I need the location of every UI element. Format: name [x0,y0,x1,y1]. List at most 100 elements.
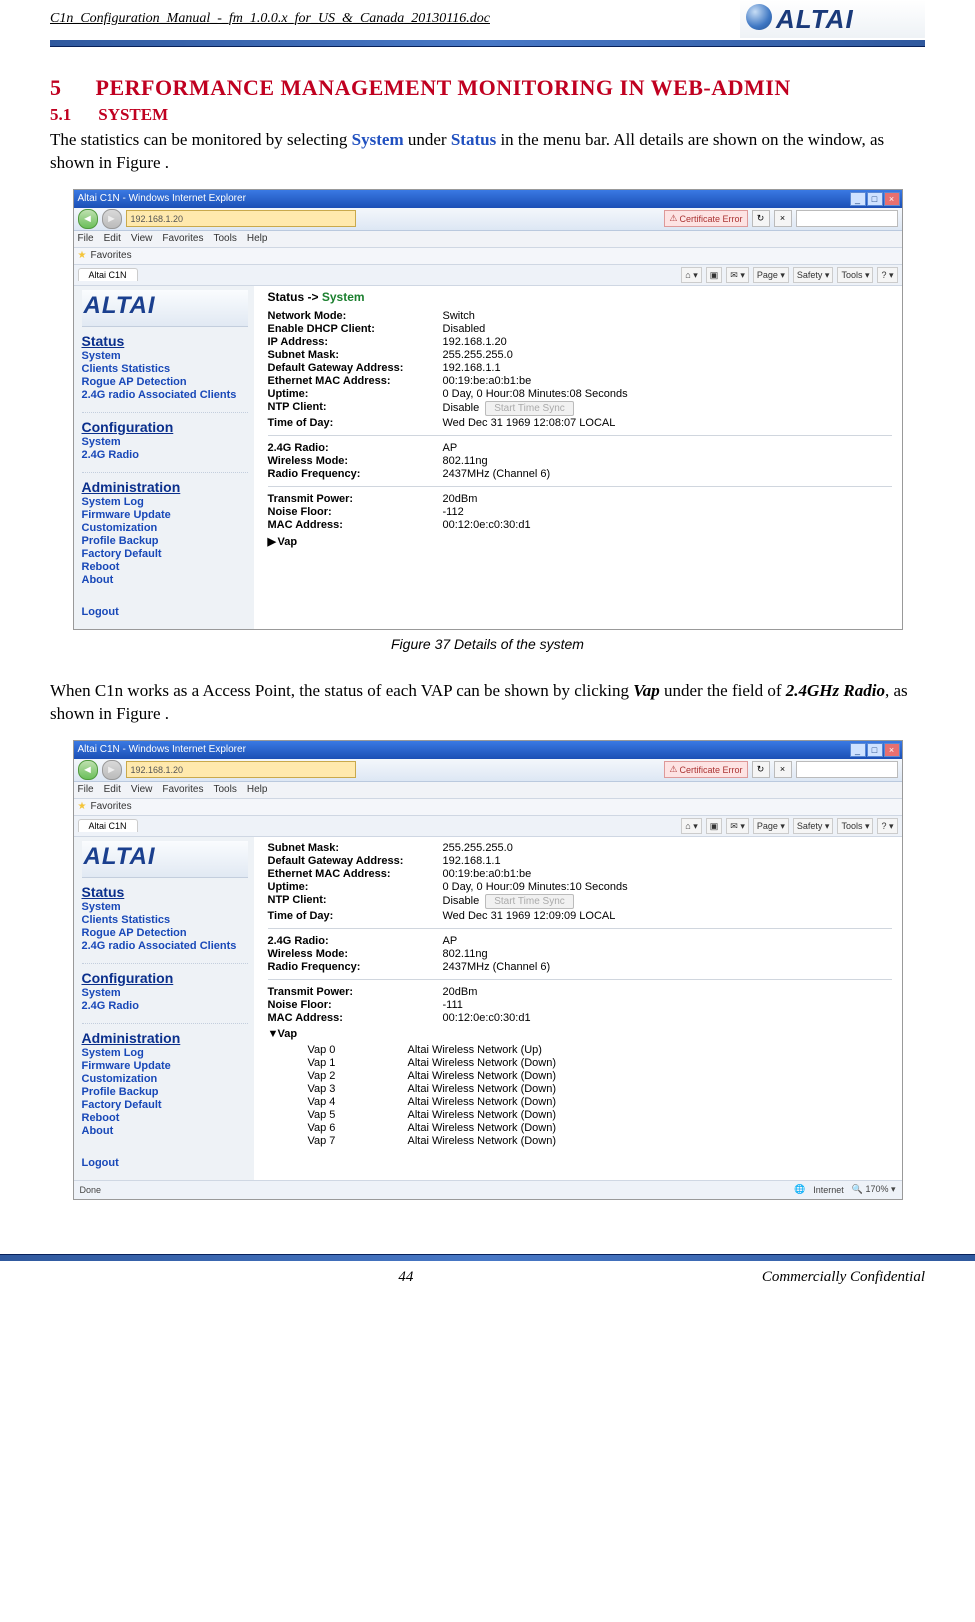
page-menu[interactable]: Page ▾ [753,267,789,283]
tools-menu[interactable]: Tools ▾ [837,267,873,283]
sidebar-item-config-radio[interactable]: 2.4G Radio [82,449,248,461]
back-button[interactable]: ◄ [78,209,98,229]
maximize-icon[interactable]: □ [867,743,883,757]
menu-tools[interactable]: Tools [213,784,236,795]
sidebar-item-rogue-ap[interactable]: Rogue AP Detection [82,927,248,939]
section-heading: 5 PERFORMANCE MANAGEMENT MONITORING IN W… [50,75,925,101]
sidebar-item-customization[interactable]: Customization [82,1073,248,1085]
help-icon[interactable]: ? ▾ [877,267,897,283]
sidebar-item-system[interactable]: System [82,350,248,362]
sidebar-item-about[interactable]: About [82,1125,248,1137]
sidebar-item-firmware[interactable]: Firmware Update [82,1060,248,1072]
vap-toggle[interactable]: ▶Vap [268,535,892,548]
refresh-button[interactable]: ↻ [752,761,770,778]
start-time-sync-button[interactable]: Start Time Sync [485,401,574,416]
sidebar-item-clients-stats[interactable]: Clients Statistics [82,363,248,375]
sidebar-item-rogue-ap[interactable]: Rogue AP Detection [82,376,248,388]
page-menu[interactable]: Page ▾ [753,818,789,834]
sidebar-item-logout[interactable]: Logout [82,1157,248,1169]
ie-nav-bar: ◄ ► 192.168.1.20 Certificate Error ↻ × [74,208,902,231]
window-controls[interactable]: _□× [849,192,900,206]
para-1: The statistics can be monitored by selec… [50,129,925,175]
close-icon[interactable]: × [884,743,900,757]
sidebar-item-clients-stats[interactable]: Clients Statistics [82,914,248,926]
stop-button[interactable]: × [774,210,792,227]
tod-value: Wed Dec 31 1969 12:09:09 LOCAL [443,910,616,922]
menu-help[interactable]: Help [247,233,268,244]
sidebar-item-config-radio[interactable]: 2.4G Radio [82,1000,248,1012]
minimize-icon[interactable]: _ [850,192,866,206]
vap-id: Vap 5 [308,1109,408,1121]
favorites-label[interactable]: Favorites [90,801,131,812]
forward-button[interactable]: ► [102,209,122,229]
address-bar[interactable]: 192.168.1.20 [126,761,356,778]
back-button[interactable]: ◄ [78,760,98,780]
safety-menu[interactable]: Safety ▾ [793,267,834,283]
certificate-error[interactable]: Certificate Error [664,761,747,778]
sidebar-item-system[interactable]: System [82,901,248,913]
start-time-sync-button[interactable]: Start Time Sync [485,894,574,909]
tools-menu[interactable]: Tools ▾ [837,818,873,834]
menu-help[interactable]: Help [247,784,268,795]
feeds-icon[interactable]: ▣ [706,267,723,283]
menu-favorites[interactable]: Favorites [162,233,203,244]
zoom-level[interactable]: 🔍 170% ▾ [852,1184,896,1195]
sidebar-item-assoc-clients[interactable]: 2.4G radio Associated Clients [82,389,248,401]
sidebar-item-reboot[interactable]: Reboot [82,561,248,573]
search-box[interactable] [796,210,898,227]
kv-value: 20dBm [443,493,478,505]
kv-value: 255.255.255.0 [443,842,513,854]
sidebar-item-logout[interactable]: Logout [82,606,248,618]
stop-button[interactable]: × [774,761,792,778]
sidebar-item-profile-backup[interactable]: Profile Backup [82,535,248,547]
menu-edit[interactable]: Edit [104,784,121,795]
sidebar-header-status: Status [82,333,248,349]
kv-row: Ethernet MAC Address:00:19:be:a0:b1:be [268,868,892,880]
sidebar-item-config-system[interactable]: System [82,987,248,999]
ie-menu-bar: File Edit View Favorites Tools Help [74,782,902,799]
sidebar-header-admin: Administration [82,479,248,495]
help-icon[interactable]: ? ▾ [877,818,897,834]
sidebar-item-firmware[interactable]: Firmware Update [82,509,248,521]
window-controls[interactable]: _□× [849,743,900,757]
sidebar-item-customization[interactable]: Customization [82,522,248,534]
close-icon[interactable]: × [884,192,900,206]
address-bar[interactable]: 192.168.1.20 [126,210,356,227]
sidebar-item-system-log[interactable]: System Log [82,496,248,508]
certificate-error[interactable]: Certificate Error [664,210,747,227]
browser-tab[interactable]: Altai C1N [78,268,138,281]
sidebar-item-assoc-clients[interactable]: 2.4G radio Associated Clients [82,940,248,952]
menu-view[interactable]: View [131,784,153,795]
kv-row: Transmit Power:20dBm [268,493,892,505]
menu-tools[interactable]: Tools [213,233,236,244]
sidebar-item-about[interactable]: About [82,574,248,586]
mail-icon[interactable]: ✉ ▾ [726,267,749,283]
favorites-label[interactable]: Favorites [90,250,131,261]
safety-menu[interactable]: Safety ▾ [793,818,834,834]
menu-view[interactable]: View [131,233,153,244]
sidebar-item-system-log[interactable]: System Log [82,1047,248,1059]
kv-label: 2.4G Radio: [268,935,443,947]
search-box[interactable] [796,761,898,778]
mail-icon[interactable]: ✉ ▾ [726,818,749,834]
forward-button[interactable]: ► [102,760,122,780]
minimize-icon[interactable]: _ [850,743,866,757]
home-icon[interactable]: ⌂ ▾ [681,818,701,834]
feeds-icon[interactable]: ▣ [706,818,723,834]
sidebar-item-profile-backup[interactable]: Profile Backup [82,1086,248,1098]
sidebar-item-config-system[interactable]: System [82,436,248,448]
menu-edit[interactable]: Edit [104,233,121,244]
kv-value: 192.168.1.1 [443,855,501,867]
home-icon[interactable]: ⌂ ▾ [681,267,701,283]
menu-favorites[interactable]: Favorites [162,784,203,795]
menu-file[interactable]: File [78,784,94,795]
vap-toggle[interactable]: ▼Vap [268,1028,892,1040]
browser-tab[interactable]: Altai C1N [78,819,138,832]
sidebar-item-factory-default[interactable]: Factory Default [82,548,248,560]
kv-label: Noise Floor: [268,999,443,1011]
sidebar-item-factory-default[interactable]: Factory Default [82,1099,248,1111]
maximize-icon[interactable]: □ [867,192,883,206]
menu-file[interactable]: File [78,233,94,244]
sidebar-item-reboot[interactable]: Reboot [82,1112,248,1124]
refresh-button[interactable]: ↻ [752,210,770,227]
